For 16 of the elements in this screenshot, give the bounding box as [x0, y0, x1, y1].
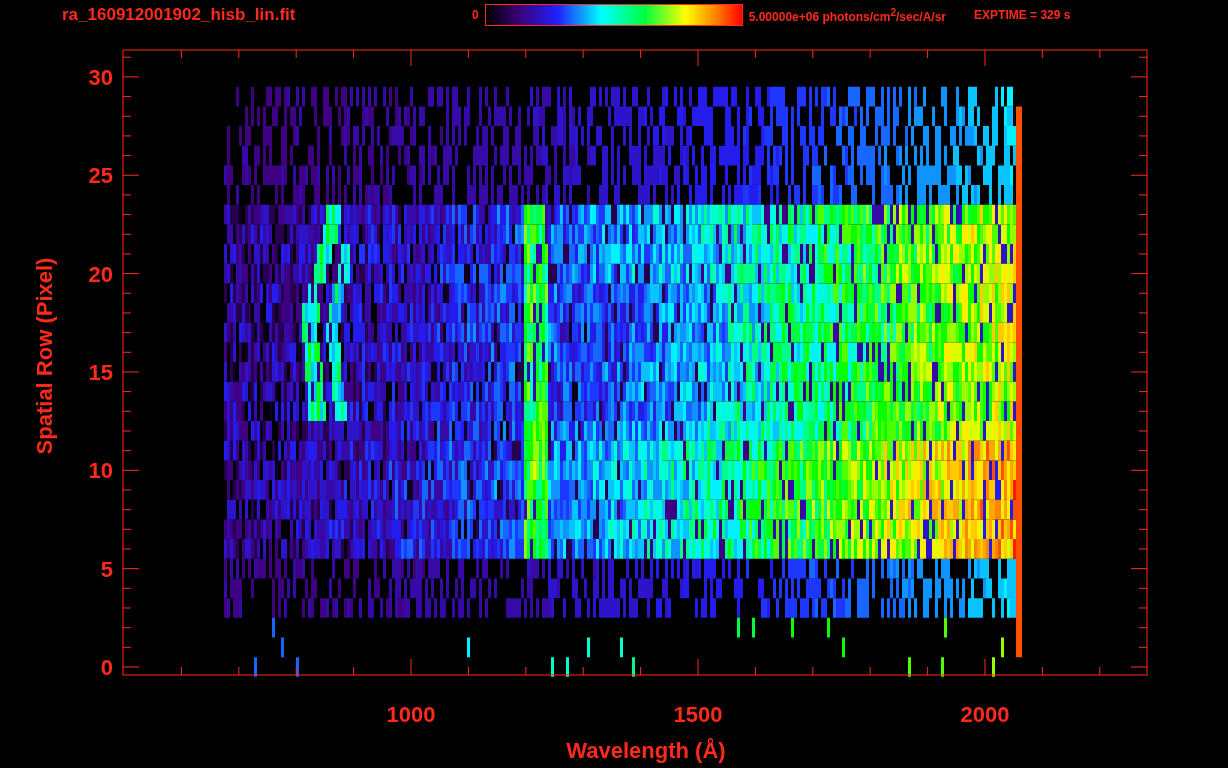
file-title: ra_160912001902_hisb_lin.fit — [62, 5, 297, 25]
y-tick-label: 0 — [100, 655, 113, 680]
x-tick-label: 1500 — [673, 702, 723, 727]
y-tick-label: 20 — [88, 261, 113, 287]
y-tick-label: 30 — [88, 64, 113, 90]
colorbar-min-label: 0 — [472, 8, 479, 22]
y-tick-label: 25 — [88, 163, 113, 189]
y-tick-label: 15 — [88, 359, 113, 385]
y-tick-label: 10 — [88, 458, 113, 484]
x-axis-title: Wavelength (Å) — [566, 738, 726, 763]
exposure-time: EXPTIME = 329 s — [974, 8, 1071, 22]
y-tick-label: 5 — [100, 556, 113, 582]
colorbar-max-label: 5.00000e+06 photons/cm$^{2}$/sec/A/sr — [748, 6, 947, 24]
x-tick-label: 2000 — [960, 702, 1010, 727]
y-axis-title: Spatial Row (Pixel) — [32, 257, 57, 455]
x-tick-label: 1000 — [386, 702, 436, 727]
